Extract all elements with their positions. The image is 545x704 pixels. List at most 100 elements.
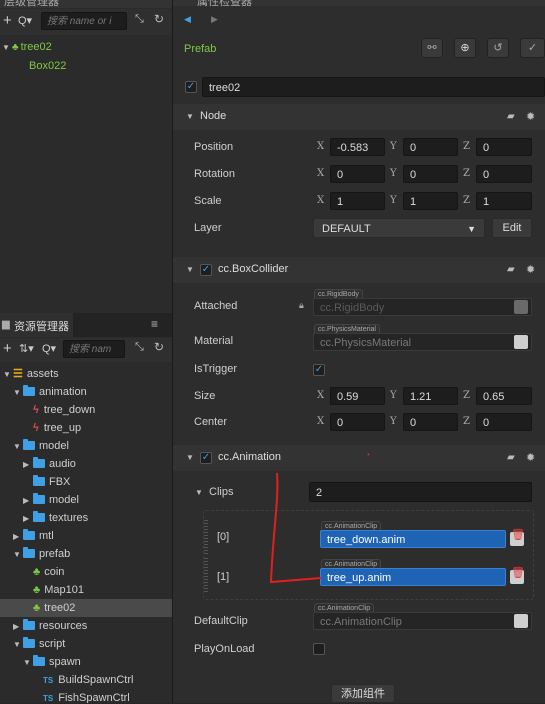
collapse-icon[interactable]: ⤡ — [135, 341, 144, 354]
boxcollider-enabled-checkbox[interactable]: ✓ — [200, 264, 212, 276]
expand-arrow-icon[interactable]: ▼ — [23, 654, 33, 672]
asset-row[interactable]: ▶ textures — [0, 509, 172, 527]
hierarchy-search-input[interactable]: 搜索 name or i — [41, 12, 127, 30]
expand-arrow-icon[interactable]: ▶ — [23, 492, 33, 510]
pick-icon[interactable] — [514, 335, 528, 349]
asset-row[interactable]: ♣ Map101 — [0, 581, 172, 599]
rotation-y-input[interactable]: 0 — [403, 165, 458, 183]
expand-arrow-icon[interactable]: ▼ — [13, 636, 23, 654]
position-y-input[interactable]: 0 — [403, 138, 458, 156]
center-z-input[interactable]: 0 — [476, 413, 532, 431]
scale-z-input[interactable]: 1 — [476, 192, 532, 210]
asset-row[interactable]: ▶ model — [0, 491, 172, 509]
layer-edit-button[interactable]: Edit — [492, 218, 532, 238]
apply-prefab-button[interactable]: ✓ — [520, 38, 545, 58]
clips-count-input[interactable]: 2 — [309, 482, 532, 502]
back-icon[interactable]: ◀ — [184, 14, 191, 25]
scale-x-input[interactable]: 1 — [330, 192, 385, 210]
scale-y-input[interactable]: 1 — [403, 192, 458, 210]
size-y-input[interactable]: 1.21 — [403, 387, 458, 405]
boxcollider-section-header[interactable]: ▼ ✓ cc.BoxCollider ▰ ✹ — [173, 257, 545, 283]
gear-icon[interactable]: ✹ — [526, 110, 535, 123]
assets-tab[interactable]: ▆ 资源管理器 — [0, 313, 73, 337]
center-y-input[interactable]: 0 — [403, 413, 458, 431]
gear-icon[interactable]: ✹ — [526, 451, 535, 464]
asset-row[interactable]: ▼ ☰ assets — [0, 365, 172, 383]
asset-row[interactable]: ▼ script — [0, 635, 172, 653]
add-icon[interactable]: + — [3, 340, 12, 357]
asset-row[interactable]: ♣ coin — [0, 563, 172, 581]
clip-field[interactable]: tree_up.anim — [320, 568, 524, 586]
add-component-button[interactable]: 添加组件 — [331, 684, 395, 703]
expand-arrow-icon[interactable]: ▶ — [23, 510, 33, 528]
hierarchy-node-tree02[interactable]: ▼ ♣ tree02 — [2, 38, 170, 56]
asset-row[interactable]: FBX — [0, 473, 172, 491]
size-x-input[interactable]: 0.59 — [330, 387, 385, 405]
asset-row[interactable]: ▼ prefab — [0, 545, 172, 563]
animation-enabled-checkbox[interactable]: ✓ — [200, 452, 212, 464]
clips-collapse-arrow-icon[interactable]: ▼ — [195, 488, 203, 497]
drag-handle-icon[interactable] — [204, 558, 208, 592]
sort-icon[interactable]: ⇅▾ — [19, 342, 34, 355]
collapse-icon[interactable]: ⤡ — [135, 13, 144, 26]
expand-arrow-icon[interactable]: ▼ — [13, 384, 23, 402]
rotation-x-input[interactable]: 0 — [330, 165, 385, 183]
asset-row[interactable]: ♣ tree02 — [0, 599, 172, 617]
asset-row[interactable]: ▼ model — [0, 437, 172, 455]
asset-row[interactable]: ▶ mtl — [0, 527, 172, 545]
add-icon[interactable]: + — [3, 12, 12, 29]
position-x-input[interactable]: -0.583 — [330, 138, 385, 156]
expand-arrow-icon[interactable]: ▶ — [13, 618, 23, 636]
size-z-input[interactable]: 0.65 — [476, 387, 532, 405]
drag-handle-icon[interactable] — [204, 520, 208, 554]
defaultclip-field[interactable]: cc.AnimationClip — [313, 612, 532, 630]
expand-arrow-icon[interactable]: ▼ — [13, 438, 23, 456]
rotation-z-input[interactable]: 0 — [476, 165, 532, 183]
layer-dropdown[interactable]: DEFAULT ▼ — [313, 218, 485, 238]
center-x-input[interactable]: 0 — [330, 413, 385, 431]
locate-prefab-button[interactable]: ⊕ — [454, 38, 476, 58]
asset-row[interactable]: TS FishSpawnCtrl — [0, 689, 172, 703]
search-filter-icon[interactable]: Q▾ — [18, 14, 32, 27]
istrigger-checkbox[interactable]: ✓ — [313, 364, 325, 376]
asset-row[interactable]: TS BuildSpawnCtrl — [0, 671, 172, 689]
help-book-icon[interactable]: ▰ — [507, 452, 515, 463]
expand-arrow-icon[interactable]: ▶ — [23, 456, 33, 474]
asset-row[interactable]: ϟ tree_up — [0, 419, 172, 437]
animation-section-header[interactable]: ▼ ✓ cc.Animation • ▰ ✹ — [173, 445, 545, 471]
forward-icon[interactable]: ▶ — [211, 14, 218, 25]
help-book-icon[interactable]: ▰ — [507, 111, 515, 122]
position-z-input[interactable]: 0 — [476, 138, 532, 156]
node-name-field[interactable]: tree02 — [202, 77, 545, 97]
help-book-icon[interactable]: ▰ — [507, 264, 515, 275]
expand-arrow-icon[interactable]: ▶ — [13, 528, 23, 546]
expand-arrow-icon[interactable]: ▼ — [2, 39, 12, 57]
search-filter-icon[interactable]: Q▾ — [42, 342, 56, 355]
menu-icon[interactable]: ≡ — [151, 317, 158, 331]
expand-arrow-icon[interactable]: ▼ — [13, 546, 23, 564]
asset-row[interactable]: ▶ resources — [0, 617, 172, 635]
playonload-checkbox[interactable] — [313, 643, 325, 655]
clip-field[interactable]: tree_down.anim — [320, 530, 524, 548]
refresh-icon[interactable]: ↻ — [154, 340, 164, 354]
asset-row[interactable]: ▼ animation — [0, 383, 172, 401]
node-section-header[interactable]: ▼ Node ▰ ✹ — [173, 104, 545, 130]
pick-icon[interactable] — [514, 614, 528, 628]
asset-row[interactable]: ▶ audio — [0, 455, 172, 473]
gear-icon[interactable]: ✹ — [526, 263, 535, 276]
hierarchy-node-box022[interactable]: Box022 — [29, 57, 66, 75]
collapse-arrow-icon[interactable]: ▼ — [186, 112, 194, 121]
revert-prefab-button[interactable]: ↺ — [487, 38, 509, 58]
delete-icon[interactable]: 🗑︎ — [511, 528, 525, 541]
unlink-prefab-button[interactable]: ⚯ — [421, 38, 443, 58]
asset-row[interactable]: ϟ tree_down — [0, 401, 172, 419]
collapse-arrow-icon[interactable]: ▼ — [186, 453, 194, 462]
refresh-icon[interactable]: ↻ — [154, 12, 164, 26]
delete-icon[interactable]: 🗑︎ — [511, 566, 525, 579]
assets-search-input[interactable]: 搜索 nam — [63, 340, 125, 358]
node-active-checkbox[interactable]: ✓ — [185, 81, 197, 93]
expand-arrow-icon[interactable]: ▼ — [3, 366, 13, 384]
asset-row[interactable]: ▼ spawn — [0, 653, 172, 671]
collapse-arrow-icon[interactable]: ▼ — [186, 265, 194, 274]
material-field[interactable]: cc.PhysicsMaterial — [313, 333, 532, 351]
